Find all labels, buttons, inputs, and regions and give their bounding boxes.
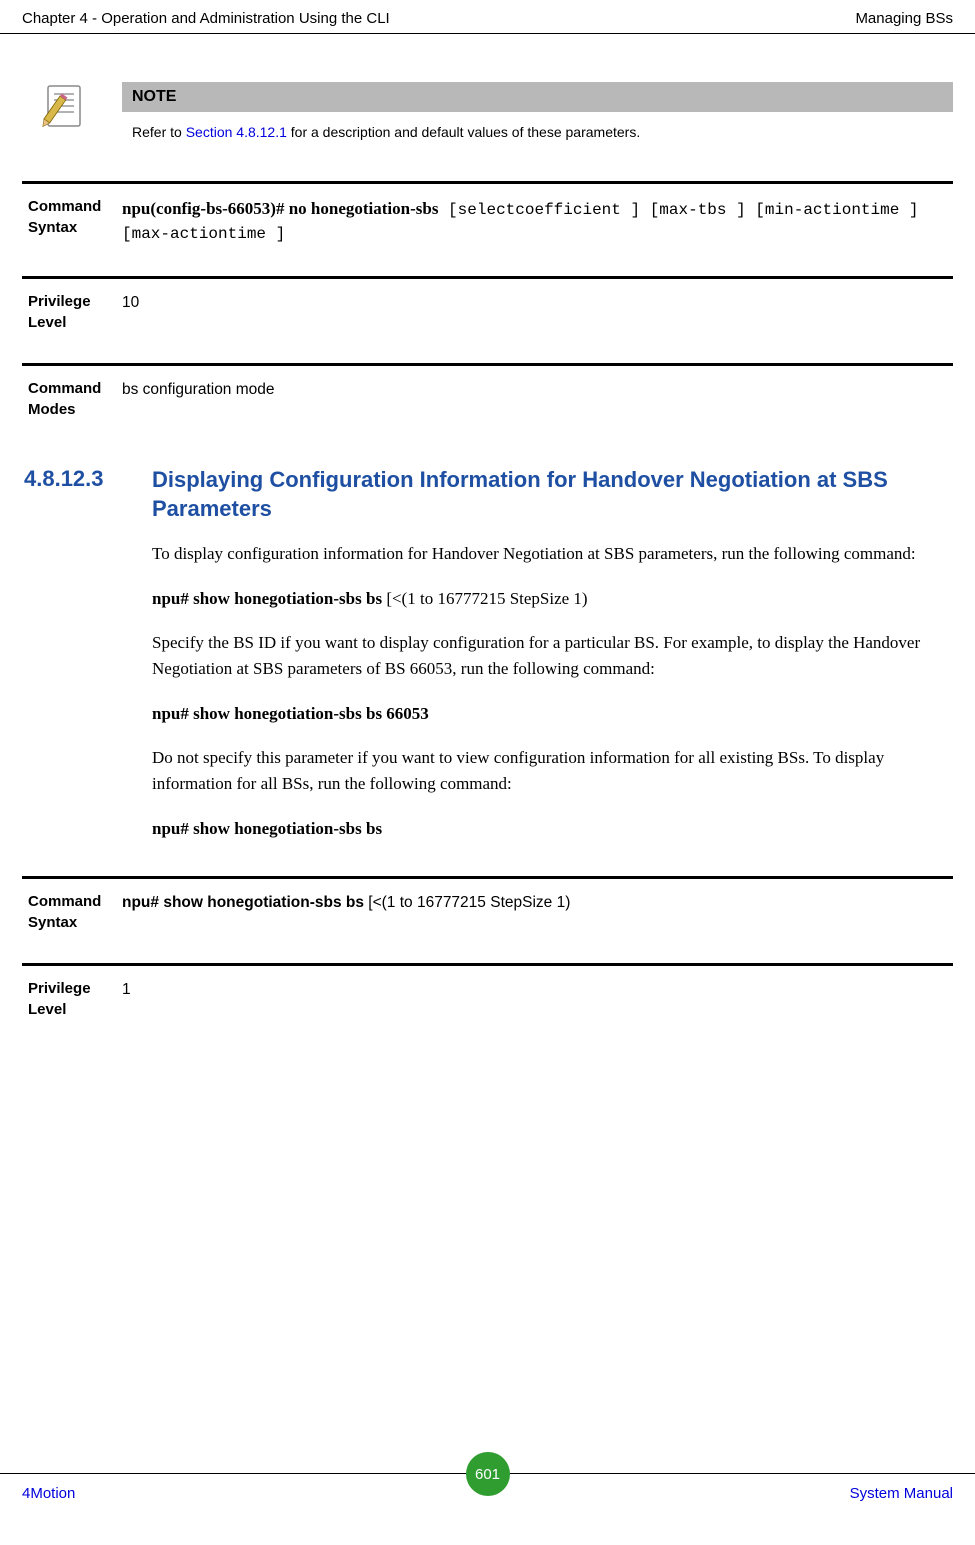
command-syntax-block-1: Command Syntax npu(config-bs-66053)# no …: [22, 181, 953, 274]
command-modes-label: Command Modes: [22, 378, 122, 420]
page-number-badge: 601: [466, 1452, 510, 1496]
note-content: NOTE Refer to Section 4.8.12.1 for a des…: [122, 82, 953, 151]
command-modes-value: bs configuration mode: [122, 378, 953, 420]
content-area: NOTE Refer to Section 4.8.12.1 for a des…: [0, 82, 975, 1048]
paragraph-2-bold: npu# show honegotiation-sbs bs: [152, 589, 382, 608]
privilege-level-label-1: Privilege Level: [22, 291, 122, 333]
section-heading: 4.8.12.3 Displaying Configuration Inform…: [22, 466, 953, 523]
privilege-level-block-2: Privilege Level 1: [22, 963, 953, 1048]
footer-right[interactable]: System Manual: [850, 1485, 953, 1502]
paragraph-4: npu# show honegotiation-sbs bs 66053: [22, 701, 953, 727]
privilege-level-value-2: 1: [122, 978, 953, 1020]
command-syntax-label-1: Command Syntax: [22, 196, 122, 246]
section-title: Displaying Configuration Information for…: [152, 466, 953, 523]
note-body-suffix: for a description and default values of …: [287, 124, 640, 140]
page-footer: 4Motion 601 System Manual: [0, 1473, 975, 1513]
page-number: 601: [475, 1466, 500, 1483]
command-syntax-bold-1: npu(config-bs-66053)# no honegotiation-s…: [122, 199, 438, 218]
note-label: NOTE: [122, 82, 953, 112]
note-body: Refer to Section 4.8.12.1 for a descript…: [122, 112, 953, 151]
note-link[interactable]: Section 4.8.12.1: [186, 124, 287, 140]
paragraph-1: To display configuration information for…: [22, 541, 953, 567]
privilege-level-label-2: Privilege Level: [22, 978, 122, 1020]
page-header: Chapter 4 - Operation and Administration…: [0, 0, 975, 34]
note-box: NOTE Refer to Section 4.8.12.1 for a des…: [42, 82, 953, 151]
command-syntax-bold-2: npu# show honegotiation-sbs bs: [122, 894, 364, 911]
command-syntax-value-2: npu# show honegotiation-sbs bs [<(1 to 1…: [122, 891, 953, 933]
note-body-prefix: Refer to: [132, 124, 186, 140]
paragraph-3: Specify the BS ID if you want to display…: [22, 630, 953, 683]
privilege-level-value-1: 10: [122, 291, 953, 333]
paragraph-2-rest: [<(1 to 16777215 StepSize 1): [382, 589, 588, 608]
paragraph-2: npu# show honegotiation-sbs bs [<(1 to 1…: [22, 586, 953, 612]
command-syntax-label-2: Command Syntax: [22, 891, 122, 933]
note-icon: [42, 82, 94, 134]
paragraph-5: Do not specify this parameter if you wan…: [22, 745, 953, 798]
command-syntax-rest-2: [<(1 to 16777215 StepSize 1): [364, 894, 570, 911]
paragraph-6: npu# show honegotiation-sbs bs: [22, 816, 953, 842]
footer-left[interactable]: 4Motion: [22, 1485, 75, 1502]
privilege-level-block-1: Privilege Level 10: [22, 276, 953, 361]
command-syntax-block-2: Command Syntax npu# show honegotiation-s…: [22, 876, 953, 961]
paragraph-4-bold: npu# show honegotiation-sbs bs 66053: [152, 704, 429, 723]
header-left: Chapter 4 - Operation and Administration…: [22, 10, 390, 27]
paragraph-6-bold: npu# show honegotiation-sbs bs: [152, 819, 382, 838]
command-syntax-value-1: npu(config-bs-66053)# no honegotiation-s…: [122, 196, 953, 246]
section-number: 4.8.12.3: [22, 466, 152, 523]
header-right: Managing BSs: [855, 10, 953, 27]
command-modes-block: Command Modes bs configuration mode: [22, 363, 953, 448]
